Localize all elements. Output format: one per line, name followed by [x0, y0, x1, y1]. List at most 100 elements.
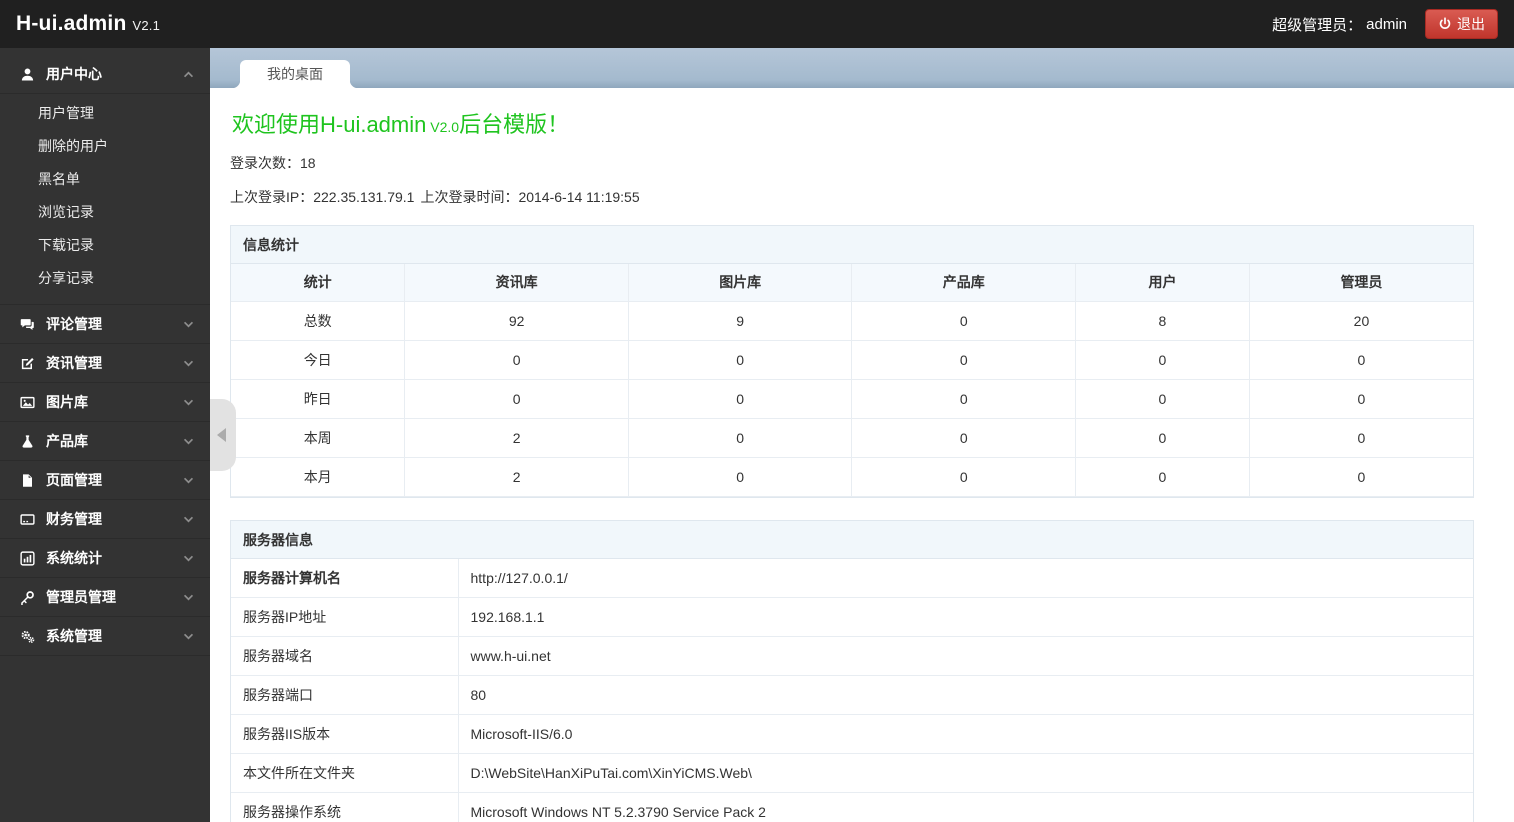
sidebar-item-browse-history[interactable]: 浏览记录: [0, 196, 210, 229]
stats-cell: 0: [1248, 339, 1473, 380]
stats-cell: 9: [627, 301, 853, 341]
stats-cell: 0: [404, 378, 629, 419]
sidebar-section-admins[interactable]: 管理员管理: [0, 578, 210, 617]
table-row: 服务器计算机名 http://127.0.0.1/: [231, 558, 1473, 598]
sidebar-section-news[interactable]: 资讯管理: [0, 344, 210, 383]
chevron-down-icon: [183, 399, 194, 406]
sidebar-section-finance[interactable]: 财务管理: [0, 500, 210, 539]
content-area: 欢迎使用H-ui.admin V2.0后台模版！ 登录次数：18 上次登录IP：…: [210, 88, 1514, 822]
chevron-down-icon: [183, 321, 194, 328]
stats-cell: 0: [1075, 339, 1250, 380]
last-login-time-value: 2014-6-14 11:19:55: [518, 189, 640, 205]
chevron-down-icon: [183, 438, 194, 445]
stats-cell: 0: [404, 339, 629, 380]
sidebar-item-user-management[interactable]: 用户管理: [0, 97, 210, 130]
stats-cell: 0: [1075, 417, 1250, 458]
server-row-value: www.h-ui.net: [457, 636, 1473, 676]
login-count-label: 登录次数：: [230, 155, 300, 171]
stats-table: 统计 资讯库 图片库 产品库 用户 管理员 总数 92 9 0 8 20 今日 …: [231, 264, 1473, 497]
stats-cell: 0: [627, 417, 853, 458]
table-row: 总数 92 9 0 8 20: [231, 301, 1473, 341]
main-area: 我的桌面 欢迎使用H-ui.admin V2.0后台模版！ 登录次数：18 上次…: [210, 48, 1514, 822]
stats-cell: 0: [851, 456, 1077, 497]
stats-cell: 0: [627, 339, 853, 380]
power-icon: [1438, 17, 1452, 31]
sidebar-section-products[interactable]: 产品库: [0, 422, 210, 461]
stats-col-header: 产品库: [851, 264, 1077, 302]
sidebar-section-label: 系统管理: [46, 628, 102, 644]
server-row-value: 192.168.1.1: [457, 597, 1473, 637]
table-row: 本周 2 0 0 0 0: [231, 417, 1473, 458]
table-row: 服务器端口 80: [231, 675, 1473, 715]
server-panel-title: 服务器信息: [231, 520, 1473, 559]
table-row: 本月 2 0 0 0 0: [231, 456, 1473, 497]
stats-panel-title: 信息统计: [231, 226, 1473, 264]
table-row: 今日 0 0 0 0 0: [231, 339, 1473, 380]
stats-cell: 92: [404, 301, 629, 341]
bar-chart-icon: [20, 550, 37, 566]
sidebar-item-deleted-users[interactable]: 删除的用户: [0, 130, 210, 163]
app-logo: H-ui.admin V2.1: [16, 12, 160, 36]
stats-cell: 本周: [231, 417, 406, 458]
stats-cell: 0: [851, 378, 1077, 419]
logout-button-label: 退出: [1457, 16, 1485, 32]
stats-cell: 20: [1248, 301, 1473, 341]
server-row-label: 服务器操作系统: [231, 792, 459, 822]
stats-header-row: 统计 资讯库 图片库 产品库 用户 管理员: [231, 264, 1473, 302]
sidebar-submenu-user-center: 用户管理 删除的用户 黑名单 浏览记录 下载记录 分享记录: [0, 94, 210, 305]
sidebar-section-system[interactable]: 系统管理: [0, 617, 210, 656]
picture-icon: [20, 395, 37, 410]
tab-my-desktop[interactable]: 我的桌面: [232, 60, 358, 88]
sidebar-section-label: 管理员管理: [46, 589, 116, 605]
table-row: 服务器IIS版本 Microsoft-IIS/6.0: [231, 714, 1473, 754]
sidebar-section-pages[interactable]: 页面管理: [0, 461, 210, 500]
stats-cell: 0: [1248, 417, 1473, 458]
server-row-label: 本文件所在文件夹: [231, 753, 459, 793]
flask-icon: [20, 434, 37, 449]
sidebar-section-statistics[interactable]: 系统统计: [0, 539, 210, 578]
edit-icon: [20, 356, 37, 371]
last-login-ip-value: 222.35.131.79.1: [313, 189, 415, 205]
sidebar-section-images[interactable]: 图片库: [0, 383, 210, 422]
stats-cell: 0: [627, 456, 853, 497]
sidebar-nav: 用户中心 用户管理 删除的用户 黑名单 浏览记录 下载记录 分享记录 评论管理: [0, 48, 210, 822]
server-row-value: Microsoft-IIS/6.0: [457, 714, 1473, 754]
sidebar-item-share-history[interactable]: 分享记录: [0, 262, 210, 295]
sidebar-section-user-center[interactable]: 用户中心: [0, 55, 210, 94]
table-row: 昨日 0 0 0 0 0: [231, 378, 1473, 419]
sidebar-collapse-handle[interactable]: [210, 399, 236, 471]
sidebar-section-label: 财务管理: [46, 511, 102, 527]
sidebar-item-download-history[interactable]: 下载记录: [0, 229, 210, 262]
server-info-panel: 服务器信息 服务器计算机名 http://127.0.0.1/ 服务器IP地址 …: [230, 519, 1474, 822]
chevron-down-icon: [183, 477, 194, 484]
server-row-value: http://127.0.0.1/: [457, 558, 1473, 598]
chevron-down-icon: [183, 633, 194, 640]
sidebar-section-label: 用户中心: [46, 66, 102, 82]
stats-cell: 0: [1248, 456, 1473, 497]
server-row-value: 80: [457, 675, 1473, 715]
stats-cell: 0: [851, 339, 1077, 380]
page-title-prefix: 欢迎使用H-ui.admin: [232, 112, 427, 137]
sidebar-section-label: 产品库: [46, 433, 88, 449]
comments-icon: [20, 317, 37, 332]
last-login-ip-label: 上次登录IP：: [230, 189, 314, 205]
last-login-time-label: 上次登录时间：: [420, 189, 519, 205]
sidebar-item-blacklist[interactable]: 黑名单: [0, 163, 210, 196]
logout-button[interactable]: 退出: [1425, 9, 1498, 39]
stats-panel: 信息统计 统计 资讯库 图片库 产品库 用户 管理员 总数 92 9 0 8 2…: [230, 225, 1474, 498]
server-row-label: 服务器域名: [231, 636, 459, 676]
stats-col-header: 用户: [1075, 264, 1250, 302]
sidebar-section-label: 评论管理: [46, 316, 102, 332]
stats-cell: 本月: [231, 456, 406, 497]
sidebar-section-comments[interactable]: 评论管理: [0, 305, 210, 344]
login-count-line: 登录次数：18: [230, 153, 1474, 173]
tab-bar: 我的桌面: [210, 48, 1514, 88]
table-row: 服务器操作系统 Microsoft Windows NT 5.2.3790 Se…: [231, 792, 1473, 822]
stats-cell: 昨日: [231, 378, 406, 419]
page-title-version: V2.0: [426, 119, 460, 135]
stats-cell: 0: [851, 301, 1077, 341]
sidebar-section-label: 系统统计: [46, 550, 102, 566]
chevron-down-icon: [183, 360, 194, 367]
app-version: V2.1: [132, 18, 161, 33]
chevron-down-icon: [183, 594, 194, 601]
